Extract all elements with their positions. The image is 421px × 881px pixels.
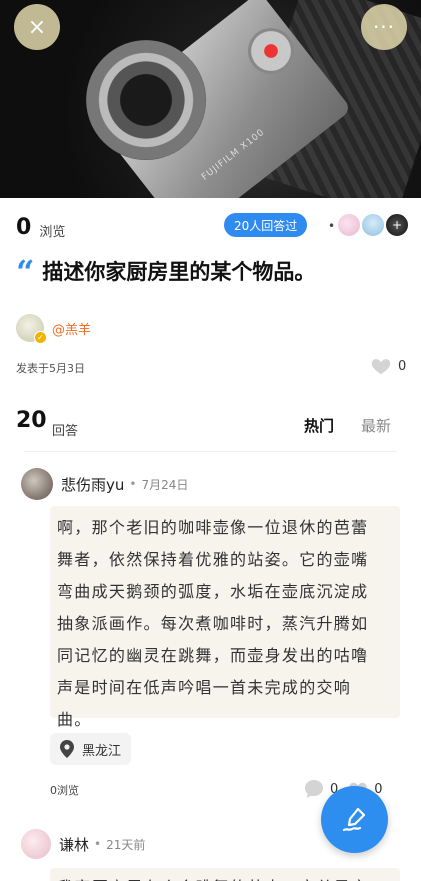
verified-badge-icon: ✓ [34, 331, 47, 344]
post-date: 发表于5月3日 [16, 362, 85, 375]
close-icon: × [27, 14, 47, 40]
separator-dot: • [94, 837, 102, 851]
avatar[interactable]: ✓ [16, 314, 47, 344]
quote-icon: “ [16, 253, 35, 291]
camera-dial [248, 28, 294, 74]
camera-lens [86, 40, 206, 160]
answer-username[interactable]: 悲伤雨yu [61, 474, 124, 495]
comment-icon[interactable] [304, 779, 324, 799]
divider [24, 451, 397, 452]
more-button[interactable]: ··· [361, 4, 407, 50]
answerer-avatars[interactable]: + [336, 212, 410, 238]
question-like-button[interactable]: 0 [370, 355, 406, 377]
answer-username[interactable]: 谦林 [59, 834, 89, 855]
views-label: 浏览 [39, 224, 66, 240]
answer-line: 同记忆的幽灵在跳舞，而壶身发出的咕噜 [57, 646, 369, 665]
answer-line: 舞者，依然保持着优雅的站姿。它的壶嘴 [57, 550, 369, 569]
answer-line: 声是时间在低声吟唱一首未完成的交响 [57, 678, 352, 697]
answer-views: 0浏览 [50, 784, 79, 797]
answer-author[interactable]: 谦林 • 21天前 [21, 829, 145, 859]
question-title: “ 描述你家厨房里的某个物品。 [16, 253, 411, 291]
tab-hot[interactable]: 热门 [304, 415, 334, 436]
answer-line: 啊，那个老旧的咖啡壶像一位退休的芭蕾 [57, 518, 369, 537]
avatar[interactable] [21, 468, 53, 500]
answer-time: 21天前 [106, 837, 146, 852]
separator-dot: • [129, 477, 137, 491]
answers-label: 回答 [52, 424, 79, 439]
tab-new[interactable]: 最新 [361, 415, 391, 436]
stats-row: 0 浏览 20人回答过 • + [16, 212, 410, 242]
answer-line: 抽象派画作。每次煮咖啡时，蒸汽升腾如 [57, 614, 369, 633]
question-author[interactable]: ✓ @羔羊 [16, 314, 91, 344]
plus-icon: + [391, 218, 403, 232]
answers-count: 20 [16, 408, 47, 433]
separator-dot: • [328, 219, 336, 233]
answer-content[interactable]: 我家厨房里有个会跳舞的茶壶！它总是穿 [50, 868, 400, 881]
like-count: 0 [398, 358, 407, 374]
answer-line: 我家厨房里有个会跳舞的茶壶！它总是穿 [57, 872, 393, 881]
answer-line: 弯曲成天鹅颈的弧度，水垢在壶底沉淀成 [57, 582, 369, 601]
question-text: 描述你家厨房里的某个物品。 [42, 260, 316, 284]
avatar[interactable] [360, 212, 386, 238]
answered-badge[interactable]: 20人回答过 [224, 213, 308, 237]
author-name[interactable]: @羔羊 [52, 319, 91, 338]
views-count: 0 [16, 214, 32, 240]
heart-icon [371, 359, 391, 375]
location-label: 黑龙江 [82, 743, 122, 759]
avatar[interactable] [336, 212, 362, 238]
close-button[interactable]: × [14, 4, 60, 50]
answer-author[interactable]: 悲伤雨yu • 7月24日 [21, 468, 188, 500]
avatar[interactable] [21, 829, 51, 859]
location-pin-icon [60, 740, 74, 758]
answer-line: 曲。 [57, 710, 92, 729]
answer-content[interactable]: 啊，那个老旧的咖啡壶像一位退休的芭蕾 舞者，依然保持着优雅的站姿。它的壶嘴 弯曲… [50, 506, 400, 729]
compose-answer-button[interactable] [321, 786, 388, 853]
compose-icon [342, 807, 365, 831]
answers-header: 20 回答 热门 最新 [16, 408, 408, 440]
answer-time: 7月24日 [141, 477, 189, 492]
location-tag[interactable]: 黑龙江 [50, 733, 132, 765]
more-icon: ··· [372, 15, 396, 39]
hero-image: FUJIFILM X100 [0, 0, 421, 198]
avatar[interactable]: + [384, 212, 410, 238]
